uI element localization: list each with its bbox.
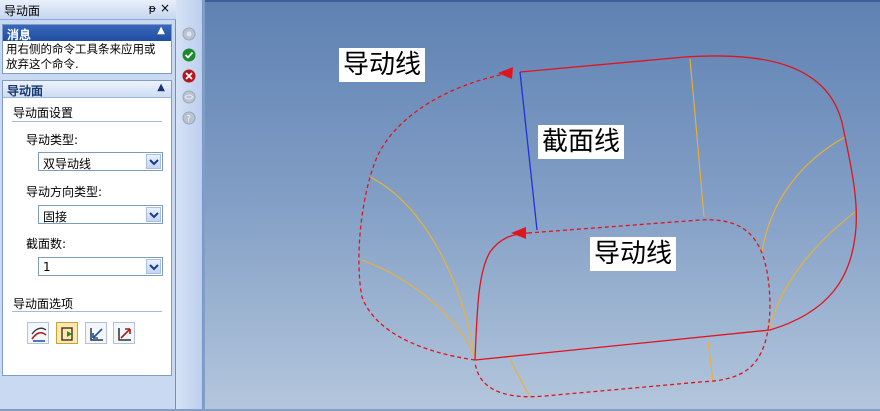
message-section: 消息 ▲ 用右侧的命令工具条来应用或 放弃这个命令. <box>2 24 172 74</box>
corner-arrow-alt-icon <box>118 328 131 341</box>
chevron-down-icon[interactable] <box>146 207 161 222</box>
sweep-option-3-button[interactable] <box>85 322 107 344</box>
inner-guide-solid <box>474 232 529 361</box>
section-count-select[interactable]: 1 <box>38 257 163 276</box>
message-text: 用右侧的命令工具条来应用或 放弃这个命令. <box>3 41 171 73</box>
help-icon[interactable]: ? <box>182 111 196 125</box>
collapse-chevron-icon[interactable]: ▲ <box>157 25 165 36</box>
iso-line <box>761 136 846 253</box>
options-divider <box>12 311 162 312</box>
graphics-viewport[interactable]: 导动线 截面线 导动线 <box>205 0 880 409</box>
message-line-2: 放弃这个命令. <box>6 57 79 71</box>
sweep-surface-drawing <box>358 55 857 398</box>
top-direction-arrow-icon <box>498 67 513 79</box>
apply-check-icon[interactable] <box>182 48 196 62</box>
options-title: 导动面选项 <box>13 297 74 311</box>
sweep-option-4-button[interactable] <box>113 322 135 344</box>
guide-section-header-label: 导动面 <box>7 84 44 98</box>
panel-title: 导动面 <box>4 4 41 18</box>
chevron-down-icon[interactable] <box>146 154 161 169</box>
bottom-direction-arrow-icon <box>511 227 526 239</box>
settings-divider <box>12 121 162 122</box>
iso-line <box>509 356 531 398</box>
command-toolbar: ? <box>176 0 203 409</box>
collapse-chevron-icon[interactable]: ▲ <box>157 82 165 93</box>
sweep-option-1-button[interactable] <box>27 322 49 344</box>
message-header-label: 消息 <box>7 28 32 42</box>
close-icon[interactable]: × <box>160 1 170 15</box>
outer-guide-curve <box>358 55 857 361</box>
section-curve <box>519 71 538 231</box>
message-header[interactable]: 消息 ▲ <box>3 25 171 42</box>
label-top-guide-line: 导动线 <box>339 48 426 82</box>
cancel-x-icon[interactable] <box>182 69 196 83</box>
sweep-type-label: 导动类型: <box>26 133 79 147</box>
sweep-option-2-button[interactable] <box>56 322 78 344</box>
direction-type-value: 固接 <box>43 210 68 224</box>
svg-text:?: ? <box>186 115 191 125</box>
panel-titlebar: 导动面 ᵽ × <box>0 0 176 20</box>
outer-guide-dashed <box>358 73 506 361</box>
sweep-surface-panel: 导动面 ᵽ × 消息 ▲ 用右侧的命令工具条来应用或 放弃这个命令. 导动面 ▲… <box>0 0 176 409</box>
settings-title: 导动面设置 <box>13 106 74 120</box>
section-count-label: 截面数: <box>26 237 67 251</box>
iso-line <box>689 58 705 218</box>
outer-guide-solid <box>474 55 857 361</box>
direction-type-select[interactable]: 固接 <box>38 205 163 224</box>
sweep-type-value: 双导动线 <box>43 157 92 171</box>
chevron-down-icon[interactable] <box>146 259 161 274</box>
iso-line <box>707 341 714 383</box>
label-section-line: 截面线 <box>538 125 625 159</box>
preview-icon[interactable] <box>182 90 196 104</box>
corner-arrow-icon <box>90 328 103 341</box>
sweep-type-select[interactable]: 双导动线 <box>38 152 163 171</box>
section-count-value: 1 <box>43 260 51 274</box>
iso-line <box>361 259 476 358</box>
pin-icon[interactable]: ᵽ <box>149 2 156 15</box>
guide-section-header[interactable]: 导动面 ▲ <box>3 81 171 98</box>
label-bottom-guide-line: 导动线 <box>590 237 677 271</box>
disabled-circle-icon[interactable] <box>182 27 196 41</box>
reverse-direction-icon <box>61 327 73 341</box>
sweep-surface-icon <box>31 327 47 342</box>
message-line-1: 用右侧的命令工具条来应用或 <box>6 42 156 56</box>
direction-type-label: 导动方向类型: <box>26 185 103 199</box>
